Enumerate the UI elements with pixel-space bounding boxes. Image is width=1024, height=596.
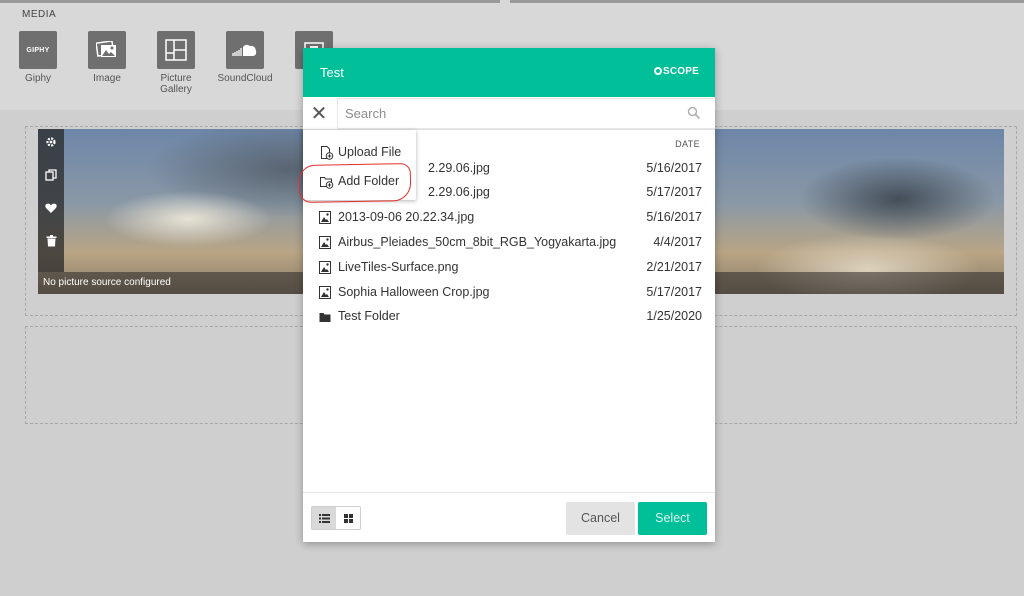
file-name: LiveTiles-Surface.png xyxy=(338,260,459,274)
file-row[interactable]: Airbus_Pleiades_50cm_8bit_RGB_Yogyakarta… xyxy=(303,231,715,255)
file-name: 2.29.06.jpg xyxy=(428,161,490,175)
brand-logo: SCOPE xyxy=(653,66,699,77)
dialog-footer: Cancel Select xyxy=(303,492,715,542)
file-picker-dialog: Test SCOPE ✕ DATE 2.29.06.jpg 5/16/2017 … xyxy=(303,48,715,542)
search-bar: ✕ xyxy=(303,97,715,130)
image-icon xyxy=(88,31,126,69)
file-row[interactable]: LiveTiles-Surface.png 2/21/2017 xyxy=(303,256,715,280)
media-item-label: Picture Gallery xyxy=(160,73,192,95)
file-date: 5/17/2017 xyxy=(646,285,702,299)
gallery-icon xyxy=(157,31,195,69)
media-item-label: Giphy xyxy=(24,73,52,84)
media-item-giphy[interactable]: GIPHY Giphy xyxy=(8,31,68,84)
file-row[interactable]: Sophia Halloween Crop.jpg 5/17/2017 xyxy=(303,281,715,305)
image-file-icon xyxy=(319,211,331,224)
media-item-picture-gallery[interactable]: Picture Gallery xyxy=(146,31,206,95)
file-row[interactable]: 2013-09-06 20.22.34.jpg 5/16/2017 xyxy=(303,206,715,230)
hero-toolbar xyxy=(38,129,64,272)
folder-name: Test Folder xyxy=(338,309,400,323)
giphy-icon: GIPHY xyxy=(19,31,57,69)
annotation-highlight-ring xyxy=(298,163,412,203)
file-date: 5/16/2017 xyxy=(646,161,702,175)
upload-file-label: Upload File xyxy=(338,145,402,159)
close-icon[interactable]: ✕ xyxy=(309,103,329,125)
media-item-label: Image xyxy=(93,73,121,84)
file-name: Sophia Halloween Crop.jpg xyxy=(338,285,490,299)
search-input[interactable] xyxy=(337,98,715,129)
file-date: 5/16/2017 xyxy=(646,210,702,224)
heart-icon[interactable] xyxy=(38,200,64,220)
image-file-icon xyxy=(319,236,331,249)
media-section-title: MEDIA xyxy=(22,9,57,20)
list-view-icon[interactable] xyxy=(312,507,336,529)
soundcloud-icon xyxy=(226,31,264,69)
image-file-icon xyxy=(319,261,331,274)
search-icon[interactable] xyxy=(687,106,701,120)
dialog-header: Test SCOPE xyxy=(303,48,715,97)
brand-mark-icon xyxy=(653,67,662,75)
file-name: 2013-09-06 20.22.34.jpg xyxy=(338,210,475,224)
file-date: 2/21/2017 xyxy=(646,260,702,274)
file-date: 1/25/2020 xyxy=(646,309,702,323)
gear-icon[interactable] xyxy=(38,134,64,154)
file-date: 4/4/2017 xyxy=(653,235,702,249)
trash-icon[interactable] xyxy=(38,233,64,253)
date-column-header[interactable]: DATE xyxy=(675,139,700,149)
media-item-soundcloud[interactable]: SoundCloud xyxy=(215,31,275,84)
grid-view-icon[interactable] xyxy=(336,507,360,529)
upload-file-menu-item[interactable]: Upload File xyxy=(303,140,416,166)
media-item-label: SoundCloud xyxy=(217,73,273,84)
cancel-button[interactable]: Cancel xyxy=(566,502,635,535)
upload-file-icon xyxy=(321,146,334,160)
top-divider-right xyxy=(510,0,1024,3)
file-name: 2.29.06.jpg xyxy=(428,185,490,199)
top-divider-left xyxy=(0,0,500,3)
copy-icon[interactable] xyxy=(38,167,64,187)
folder-row[interactable]: Test Folder 1/25/2020 xyxy=(303,305,715,329)
file-name: Airbus_Pleiades_50cm_8bit_RGB_Yogyakarta… xyxy=(338,235,617,249)
file-date: 5/17/2017 xyxy=(646,185,702,199)
dialog-title: Test xyxy=(320,65,344,80)
view-toggle xyxy=(311,506,361,530)
media-item-image[interactable]: Image xyxy=(77,31,137,84)
select-button[interactable]: Select xyxy=(638,502,707,535)
folder-icon xyxy=(319,313,331,322)
image-file-icon xyxy=(319,286,331,299)
